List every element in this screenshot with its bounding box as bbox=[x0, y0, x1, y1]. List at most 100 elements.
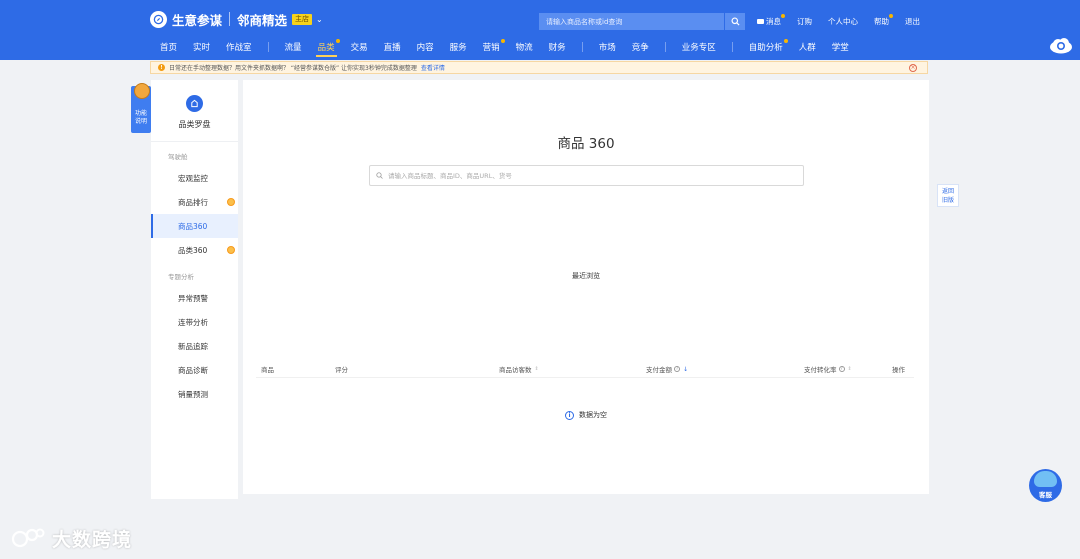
nav-item-business-zone[interactable]: 业务专区 bbox=[674, 37, 724, 57]
help-icon[interactable]: ? bbox=[838, 366, 845, 372]
feature-guide-tab[interactable]: 功能 说明 bbox=[131, 83, 151, 133]
nav-item-home[interactable]: 首页 bbox=[152, 37, 185, 57]
return-old-line2: 旧版 bbox=[941, 197, 954, 204]
personal-center-label: 个人中心 bbox=[828, 17, 858, 26]
nav-item-logistics[interactable]: 物流 bbox=[508, 37, 541, 57]
column-visitors[interactable]: 商品访客数 ⇕ bbox=[499, 364, 539, 374]
nav-item-finance[interactable]: 财务 bbox=[541, 37, 574, 57]
nav-item-category[interactable]: 品类 bbox=[310, 37, 343, 57]
nav-item-marketing-label: 营销 bbox=[482, 43, 500, 53]
sort-icon[interactable]: ⇕ bbox=[535, 366, 539, 372]
top-header: 生意参谋 邻商精选 主店 ⌄ 消息 订购 个人中心 帮助 退出 首页 实时 作战… bbox=[0, 0, 1080, 60]
sidebar-item-product-ranking[interactable]: 商品排行 bbox=[151, 190, 238, 214]
nav-item-marketing[interactable]: 营销 bbox=[475, 37, 508, 57]
nav-item-self-analysis[interactable]: 自助分析 bbox=[741, 37, 791, 57]
sort-icon[interactable]: ⇕ bbox=[848, 366, 852, 372]
column-label: 商品 bbox=[261, 366, 274, 374]
return-old-version-button[interactable]: 返回 旧版 bbox=[937, 184, 959, 207]
nav-divider bbox=[581, 42, 583, 52]
notification-dot bbox=[781, 14, 785, 18]
column-score: 评分 bbox=[335, 364, 348, 374]
sidebar-item-product-diagnosis[interactable]: 商品诊断 bbox=[151, 358, 238, 382]
column-label: 支付转化率 bbox=[804, 366, 837, 374]
product-search bbox=[539, 13, 745, 30]
notification-dot bbox=[889, 14, 893, 18]
sidebar-header: 品类罗盘 bbox=[151, 80, 238, 142]
sidebar-item-bundle-analysis[interactable]: 连带分析 bbox=[151, 310, 238, 334]
nav-item-live[interactable]: 直播 bbox=[376, 37, 409, 57]
messages-link[interactable]: 消息 bbox=[757, 14, 785, 27]
sidebar-item-macro-monitor[interactable]: 宏观监控 bbox=[151, 166, 238, 190]
sidebar-item-label: 商品排行 bbox=[178, 197, 208, 207]
sidebar-item-label: 商品360 bbox=[178, 221, 208, 231]
nav-item-traffic[interactable]: 流量 bbox=[277, 37, 310, 57]
search-button[interactable] bbox=[724, 13, 745, 30]
nav-item-category-label: 品类 bbox=[317, 43, 335, 53]
sidebar-item-product-360[interactable]: 商品360 bbox=[151, 214, 238, 238]
column-conversion-rate[interactable]: 支付转化率? ⇕ bbox=[804, 364, 852, 374]
notification-dot bbox=[500, 39, 505, 43]
sidebar-item-label: 连带分析 bbox=[178, 317, 208, 327]
close-icon[interactable]: × bbox=[909, 64, 917, 72]
sidebar-item-sales-forecast[interactable]: 销量预测 bbox=[151, 382, 238, 406]
nav-item-realtime[interactable]: 实时 bbox=[185, 37, 218, 57]
sidebar-item-label: 宏观监控 bbox=[178, 173, 208, 183]
help-label: 帮助 bbox=[874, 17, 889, 26]
sidebar-item-label: 销量预测 bbox=[178, 389, 208, 399]
feature-guide-line1: 功能 bbox=[134, 110, 147, 117]
nav-item-war-room[interactable]: 作战室 bbox=[218, 37, 260, 57]
sidebar-group-topics: 专题分析 bbox=[168, 273, 194, 281]
sidebar-group-cockpit: 驾驶舱 bbox=[168, 153, 188, 161]
search-icon bbox=[376, 172, 383, 179]
logout-label: 退出 bbox=[905, 17, 920, 26]
personal-center-link[interactable]: 个人中心 bbox=[828, 16, 858, 27]
sidebar-item-category-360[interactable]: 品类360 bbox=[151, 238, 238, 262]
page-title: 商品 360 bbox=[557, 136, 615, 152]
notice-text: 日常还在手动整理数据？用文件夹抓数据啊？ “经营参谋数仓版” 让你实现3秒钟完成… bbox=[169, 65, 417, 72]
customer-service-button[interactable]: 客服 bbox=[1029, 469, 1062, 502]
shop-name[interactable]: 邻商精选 bbox=[237, 10, 287, 29]
messages-label: 消息 bbox=[766, 17, 781, 26]
nav-item-service[interactable]: 服务 bbox=[442, 37, 475, 57]
brand-name[interactable]: 生意参谋 bbox=[172, 10, 222, 29]
nav-item-market[interactable]: 市场 bbox=[591, 37, 624, 57]
sort-desc-icon[interactable]: ↓ bbox=[683, 366, 688, 373]
sidebar-item-new-product-tracking[interactable]: 新品追踪 bbox=[151, 334, 238, 358]
sidebar-item-label: 异常预警 bbox=[178, 293, 208, 303]
nav-item-trade[interactable]: 交易 bbox=[343, 37, 376, 57]
notice-details-link[interactable]: 查看详情 bbox=[421, 63, 445, 72]
column-label: 支付金额 bbox=[646, 366, 672, 374]
nav-divider bbox=[664, 42, 666, 52]
compass-icon[interactable] bbox=[150, 10, 167, 28]
brand: 生意参谋 邻商精选 主店 ⌄ bbox=[150, 9, 323, 29]
column-payment-amount[interactable]: 支付金额? ↓ bbox=[646, 364, 688, 375]
new-badge-icon bbox=[227, 198, 235, 206]
nav-item-content[interactable]: 内容 bbox=[409, 37, 442, 57]
nav-item-crowd[interactable]: 人群 bbox=[791, 37, 824, 57]
watermark-logo-icon bbox=[11, 528, 45, 548]
empty-state-text: 数据为空 bbox=[579, 411, 607, 419]
sidebar-item-label: 商品诊断 bbox=[178, 365, 208, 375]
subscribe-link[interactable]: 订购 bbox=[797, 16, 812, 27]
main-panel: 商品 360 最近浏览 商品 评分 商品访客数⇕ 支付金额?↓ 支付转化率?⇕ … bbox=[243, 80, 929, 494]
user-links: 消息 订购 个人中心 帮助 退出 bbox=[757, 14, 936, 27]
product-360-search-input[interactable] bbox=[388, 171, 788, 180]
column-label: 商品访客数 bbox=[499, 366, 532, 374]
watermark: 大数跨境 bbox=[10, 526, 132, 551]
logout-link[interactable]: 退出 bbox=[905, 16, 920, 27]
message-icon bbox=[757, 19, 764, 24]
service-icon bbox=[1034, 471, 1057, 487]
sidebar-item-label: 新品追踪 bbox=[178, 341, 208, 351]
chevron-down-icon[interactable]: ⌄ bbox=[316, 15, 323, 24]
help-icon[interactable]: ? bbox=[674, 366, 680, 372]
cloud-icon[interactable] bbox=[1049, 37, 1073, 54]
nav-item-academy[interactable]: 学堂 bbox=[824, 37, 857, 57]
sidebar-item-anomaly-alert[interactable]: 异常预警 bbox=[151, 286, 238, 310]
product-search-input[interactable] bbox=[539, 13, 724, 30]
info-icon: i bbox=[565, 410, 574, 420]
sidebar: 品类罗盘 驾驶舱 宏观监控 商品排行 商品360 品类360 专题分析 异常预警… bbox=[151, 80, 238, 499]
nav-item-competition[interactable]: 竞争 bbox=[624, 37, 657, 57]
help-link[interactable]: 帮助 bbox=[874, 14, 893, 27]
mascot-icon bbox=[134, 83, 150, 99]
product-360-search bbox=[369, 165, 804, 186]
